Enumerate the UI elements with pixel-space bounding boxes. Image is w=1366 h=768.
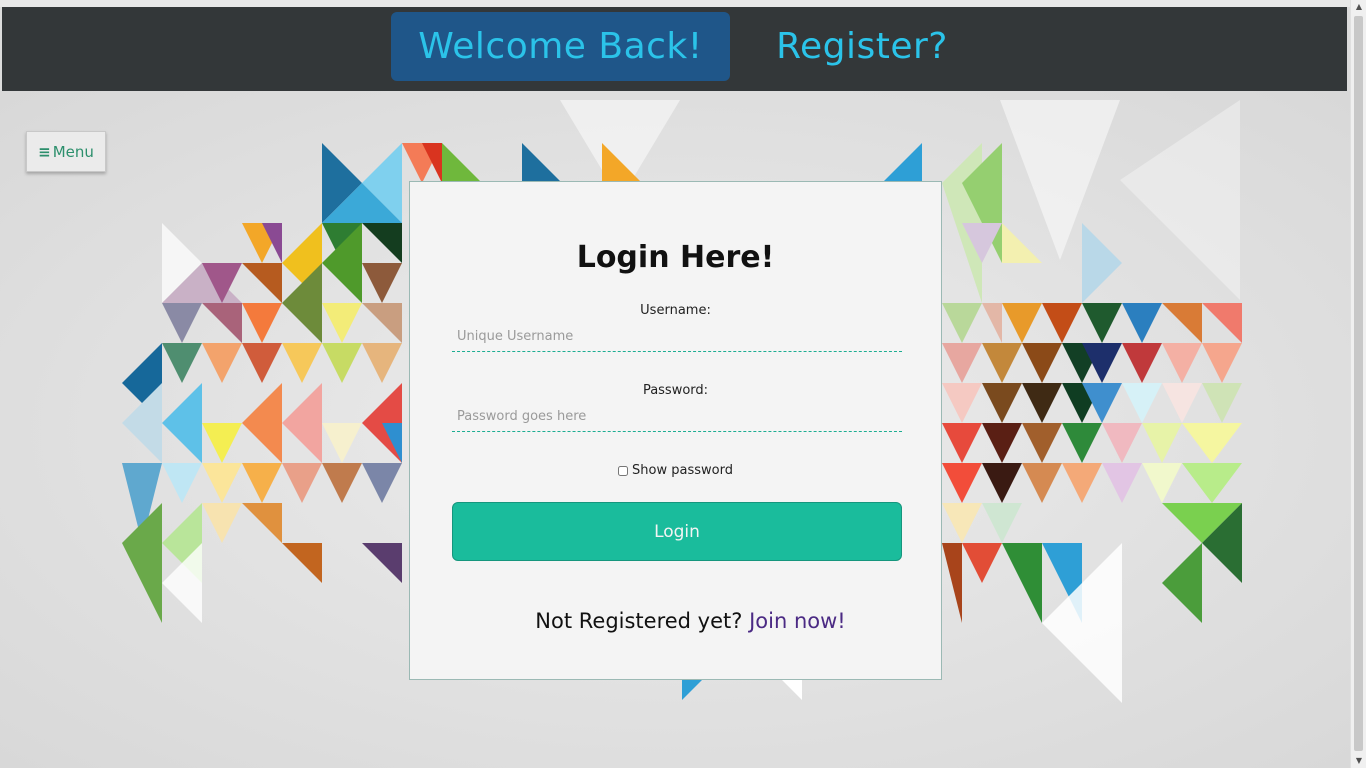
password-input[interactable] [452,402,902,432]
not-registered-line: Not Registered yet? Join now! [410,609,941,633]
scroll-down-arrow-icon[interactable]: ▼ [1351,754,1366,768]
join-now-link[interactable]: Join now! [749,609,846,633]
top-strip [0,0,1366,7]
password-label: Password: [642,383,709,398]
show-password-checkbox[interactable] [618,465,629,476]
tab-welcome-back[interactable]: Welcome Back! [391,12,730,81]
menu-button[interactable]: ≡ Menu [26,131,106,172]
login-button[interactable]: Login [452,502,902,561]
vertical-scrollbar[interactable]: ▲ ▼ [1350,0,1366,768]
hamburger-icon: ≡ [38,142,51,161]
not-registered-text: Not Registered yet? [535,609,743,633]
menu-label: Menu [52,142,94,161]
tab-register[interactable]: Register? [762,12,962,81]
scroll-thumb[interactable] [1354,16,1363,751]
show-password-row: Show password [410,463,941,478]
scroll-up-arrow-icon[interactable]: ▲ [1351,0,1366,14]
show-password-label[interactable]: Show password [632,463,733,478]
header-bar: Welcome Back! Register? [2,7,1347,91]
login-card: Login Here! Username: Password: Show pas… [409,181,942,680]
username-input[interactable] [452,322,902,352]
login-title: Login Here! [576,240,775,275]
username-label: Username: [640,303,711,318]
